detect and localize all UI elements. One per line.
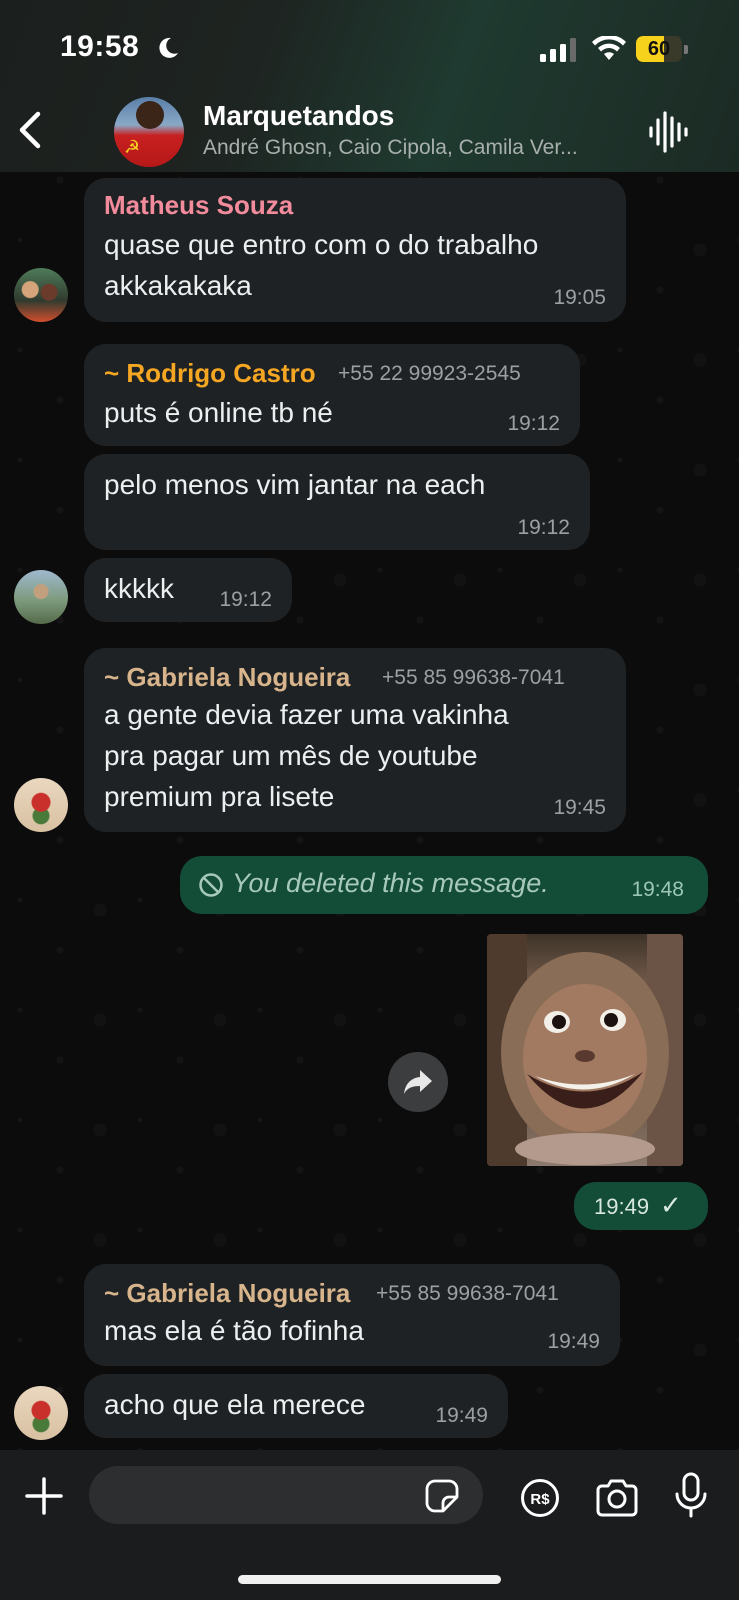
sender-phone: +55 22 99923-2545: [338, 362, 521, 385]
monkey-picture: [487, 934, 683, 1166]
deleted-message-bubble[interactable]: You deleted this message. 19:48: [180, 856, 708, 914]
message-text: quase que entro com o do trabalho: [104, 229, 539, 260]
message-bubble[interactable]: acho que ela merece 19:49: [84, 1374, 508, 1438]
sticker-icon[interactable]: [423, 1479, 459, 1513]
plus-icon[interactable]: [24, 1476, 64, 1516]
image-time-badge: 19:49 ✓: [574, 1182, 708, 1230]
message-text: premium pra lisete: [104, 781, 335, 812]
group-avatar[interactable]: ☭: [114, 97, 184, 167]
message-text: pelo menos vim jantar na each: [104, 469, 486, 500]
audio-wave-icon[interactable]: [648, 110, 688, 154]
message-text: mas ela é tão fofinha: [104, 1315, 364, 1346]
message-time: 19:05: [553, 286, 606, 309]
pix-payment-icon[interactable]: R$: [520, 1478, 560, 1518]
message-time: 19:49: [547, 1330, 600, 1353]
message-bubble[interactable]: pelo menos vim jantar na each 19:12: [84, 454, 590, 550]
message-text: kkkkk: [104, 573, 174, 604]
message-text: pra pagar um mês de youtube: [104, 740, 478, 771]
message-text: puts é online tb né: [104, 397, 333, 428]
avatar[interactable]: [14, 268, 68, 322]
deleted-message-text: You deleted this message.: [232, 868, 549, 898]
blocked-icon: [199, 873, 223, 897]
read-status-check: ✓: [660, 1190, 682, 1220]
message-time: 19:45: [553, 796, 606, 819]
monkey-image[interactable]: [487, 934, 683, 1166]
signal-icon: [540, 38, 576, 62]
camera-icon[interactable]: [594, 1478, 640, 1518]
sender-name: ~ Rodrigo Castro: [104, 358, 316, 388]
home-indicator: [238, 1575, 501, 1584]
message-bubble[interactable]: kkkkk 19:12: [84, 558, 292, 622]
sender-name: Matheus Souza: [104, 190, 294, 220]
avatar[interactable]: [14, 1386, 68, 1440]
avatar[interactable]: [14, 778, 68, 832]
sender-name: ~ Gabriela Nogueira: [104, 662, 351, 692]
message-input[interactable]: [89, 1466, 483, 1524]
message-time: 19:49: [435, 1404, 488, 1427]
battery-indicator: 60: [636, 36, 688, 62]
group-title[interactable]: Marquetandos: [203, 100, 394, 132]
wifi-icon: [592, 36, 626, 60]
message-bubble[interactable]: Matheus Souza quase que entro com o do t…: [84, 178, 626, 322]
battery-level: 60: [647, 38, 671, 60]
sender-phone: +55 85 99638-7041: [382, 666, 565, 689]
message-bubble[interactable]: ~ Rodrigo Castro +55 22 99923-2545 puts …: [84, 344, 580, 446]
message-text: a gente devia fazer uma vakinha: [104, 699, 509, 730]
message-bubble[interactable]: ~ Gabriela Nogueira +55 85 99638-7041 a …: [84, 648, 626, 832]
message-text: acho que ela merece: [104, 1389, 366, 1420]
message-time: 19:48: [631, 878, 684, 901]
forward-icon: [404, 1070, 432, 1094]
avatar[interactable]: [14, 570, 68, 624]
back-icon[interactable]: [14, 108, 48, 152]
group-members[interactable]: André Ghosn, Caio Cipola, Camila Ver...: [203, 136, 623, 160]
chat-header: 19:58 60 ☭ Marquetandos André Ghosn, Cai…: [0, 0, 739, 172]
message-composer: R$: [0, 1450, 739, 1600]
status-time: 19:58: [60, 30, 140, 63]
forward-button[interactable]: [388, 1052, 448, 1112]
moon-icon: [159, 37, 178, 58]
message-bubble[interactable]: ~ Gabriela Nogueira +55 85 99638-7041 ma…: [84, 1264, 620, 1366]
message-time: 19:12: [219, 588, 272, 611]
sender-name: ~ Gabriela Nogueira: [104, 1278, 351, 1308]
microphone-icon[interactable]: [674, 1472, 708, 1518]
message-time: 19:12: [507, 412, 560, 435]
sender-phone: +55 85 99638-7041: [376, 1282, 559, 1305]
message-time: 19:49: [594, 1194, 650, 1219]
message-text: akkakakaka: [104, 270, 252, 301]
svg-text:R$: R$: [530, 1491, 550, 1508]
message-time: 19:12: [517, 516, 570, 539]
